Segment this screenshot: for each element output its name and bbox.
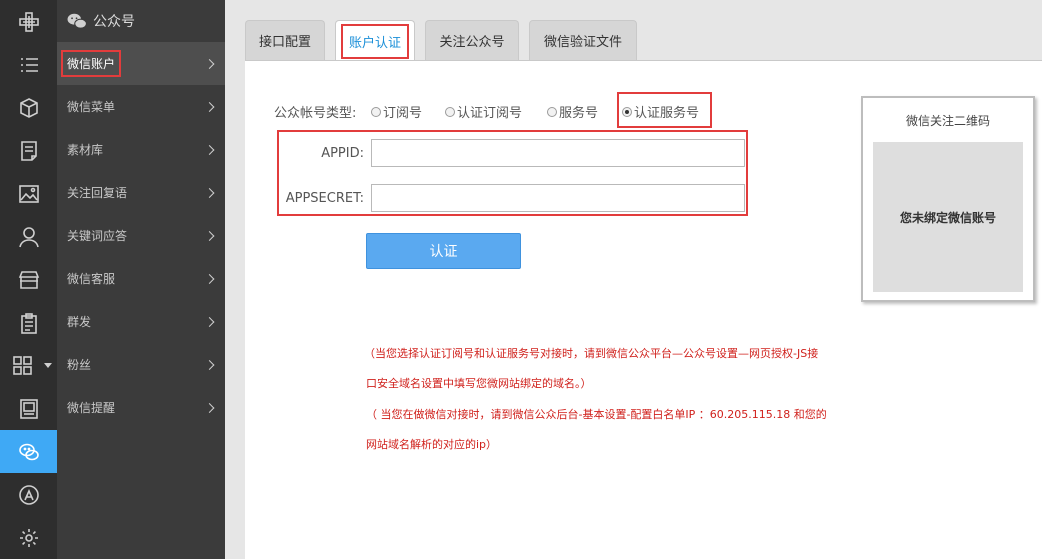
tab-label: 微信验证文件 xyxy=(543,35,622,50)
menu-item-label: 素材库 xyxy=(67,143,104,157)
qr-title: 微信关注二维码 xyxy=(905,114,990,128)
clipboard-icon[interactable] xyxy=(0,301,57,344)
note-line: 口安全域名设置中填写您微网站绑定的域名。） xyxy=(366,377,592,390)
qr-placeholder: 您未绑定微信账号 xyxy=(873,142,1023,292)
brand-icon[interactable] xyxy=(0,0,57,43)
menu-item-wechat-menu[interactable]: 微信菜单 xyxy=(57,85,225,128)
menu-item-label: 微信菜单 xyxy=(67,100,116,114)
icon-rail xyxy=(0,0,57,559)
chevron-right-icon xyxy=(204,187,215,198)
submenu-header: 公众号 xyxy=(57,0,225,42)
menu-item-label: 关键词应答 xyxy=(67,229,128,243)
menu-item-mass-send[interactable]: 群发 xyxy=(57,300,225,343)
tab-bar: 接口配置 账户认证 关注公众号 微信验证文件 xyxy=(245,0,1042,61)
radio-label: 订阅号 xyxy=(383,106,423,121)
appsecret-input[interactable] xyxy=(371,184,745,212)
menu-item-label: 关注回复语 xyxy=(67,186,128,200)
tab-account-auth[interactable]: 账户认证 xyxy=(335,20,415,61)
menu-item-keyword-reply[interactable]: 关键词应答 xyxy=(57,214,225,257)
grid-icon[interactable] xyxy=(0,344,57,387)
account-type-label: 公众帐号类型: xyxy=(274,106,357,121)
chevron-right-icon xyxy=(204,230,215,241)
menu-item-fans[interactable]: 粉丝 xyxy=(57,343,225,386)
menu-item-follow-reply[interactable]: 关注回复语 xyxy=(57,171,225,214)
wechat-icon[interactable] xyxy=(0,430,57,473)
list-icon[interactable] xyxy=(0,43,57,86)
appid-input[interactable] xyxy=(371,139,745,167)
wechat-icon xyxy=(67,13,87,29)
menu-item-customer-service[interactable]: 微信客服 xyxy=(57,257,225,300)
tab-label: 接口配置 xyxy=(258,35,311,50)
radio-label: 认证订阅号 xyxy=(457,106,523,121)
menu-item-label: 粉丝 xyxy=(67,358,92,372)
tab-follow-account[interactable]: 关注公众号 xyxy=(425,20,519,60)
chevron-right-icon xyxy=(204,402,215,413)
tab-label: 关注公众号 xyxy=(439,35,505,50)
newspaper-icon[interactable] xyxy=(0,387,57,430)
store-icon[interactable] xyxy=(0,258,57,301)
user-icon[interactable] xyxy=(0,215,57,258)
note-line: （当您选择认证订阅号和认证服务号对接时，请到微信公众平台—公众号设置—网页授权-… xyxy=(364,347,819,360)
radio-circle xyxy=(371,106,381,117)
appsecret-label: APPSECRET: xyxy=(285,191,364,206)
chevron-down-icon xyxy=(44,363,52,368)
submenu: 公众号 微信账户 微信菜单 素材库 关注回复语 关键词应答 微信客服 群发 粉丝… xyxy=(57,0,225,559)
submenu-title: 公众号 xyxy=(93,14,135,30)
appid-label: APPID: xyxy=(321,146,364,161)
chevron-right-icon xyxy=(204,101,215,112)
chevron-right-icon xyxy=(204,316,215,327)
chevron-right-icon xyxy=(204,144,215,155)
chevron-right-icon xyxy=(204,58,215,69)
note-line: （ 当您在做微信对接时，请到微信公众后台-基本设置-配置白名单IP ：60.20… xyxy=(366,408,827,421)
radio-label: 服务号 xyxy=(559,106,599,121)
menu-item-label: 微信客服 xyxy=(67,272,116,286)
gutter xyxy=(225,0,245,559)
auth-button[interactable]: 认证 xyxy=(366,233,521,269)
appstore-icon[interactable] xyxy=(0,473,57,516)
settings-icon[interactable] xyxy=(0,516,57,559)
note-line: 网站域名解析的对应的ip） xyxy=(366,438,498,451)
radio-verified-subscription[interactable]: 认证订阅号 xyxy=(445,102,522,121)
radio-service[interactable]: 服务号 xyxy=(547,102,598,121)
tab-interface-config[interactable]: 接口配置 xyxy=(245,20,325,60)
tab-label: 账户认证 xyxy=(340,23,410,59)
menu-item-wechat-account[interactable]: 微信账户 xyxy=(57,42,225,85)
document-icon[interactable] xyxy=(0,129,57,172)
menu-item-label: 微信账户 xyxy=(60,50,122,77)
tab-verify-file[interactable]: 微信验证文件 xyxy=(529,20,637,60)
menu-item-label: 微信提醒 xyxy=(67,401,116,415)
chevron-right-icon xyxy=(204,273,215,284)
radio-circle xyxy=(445,106,455,117)
highlight-box xyxy=(617,92,712,128)
qr-empty-text: 您未绑定微信账号 xyxy=(899,210,996,225)
menu-item-wechat-reminder[interactable]: 微信提醒 xyxy=(57,386,225,429)
qr-panel: 微信关注二维码 您未绑定微信账号 xyxy=(861,96,1035,302)
radio-subscription[interactable]: 订阅号 xyxy=(371,102,422,121)
image-icon[interactable] xyxy=(0,172,57,215)
chevron-right-icon xyxy=(204,359,215,370)
cube-icon[interactable] xyxy=(0,86,57,129)
menu-item-material-library[interactable]: 素材库 xyxy=(57,128,225,171)
menu-item-label: 群发 xyxy=(67,315,92,329)
radio-circle xyxy=(547,106,557,117)
